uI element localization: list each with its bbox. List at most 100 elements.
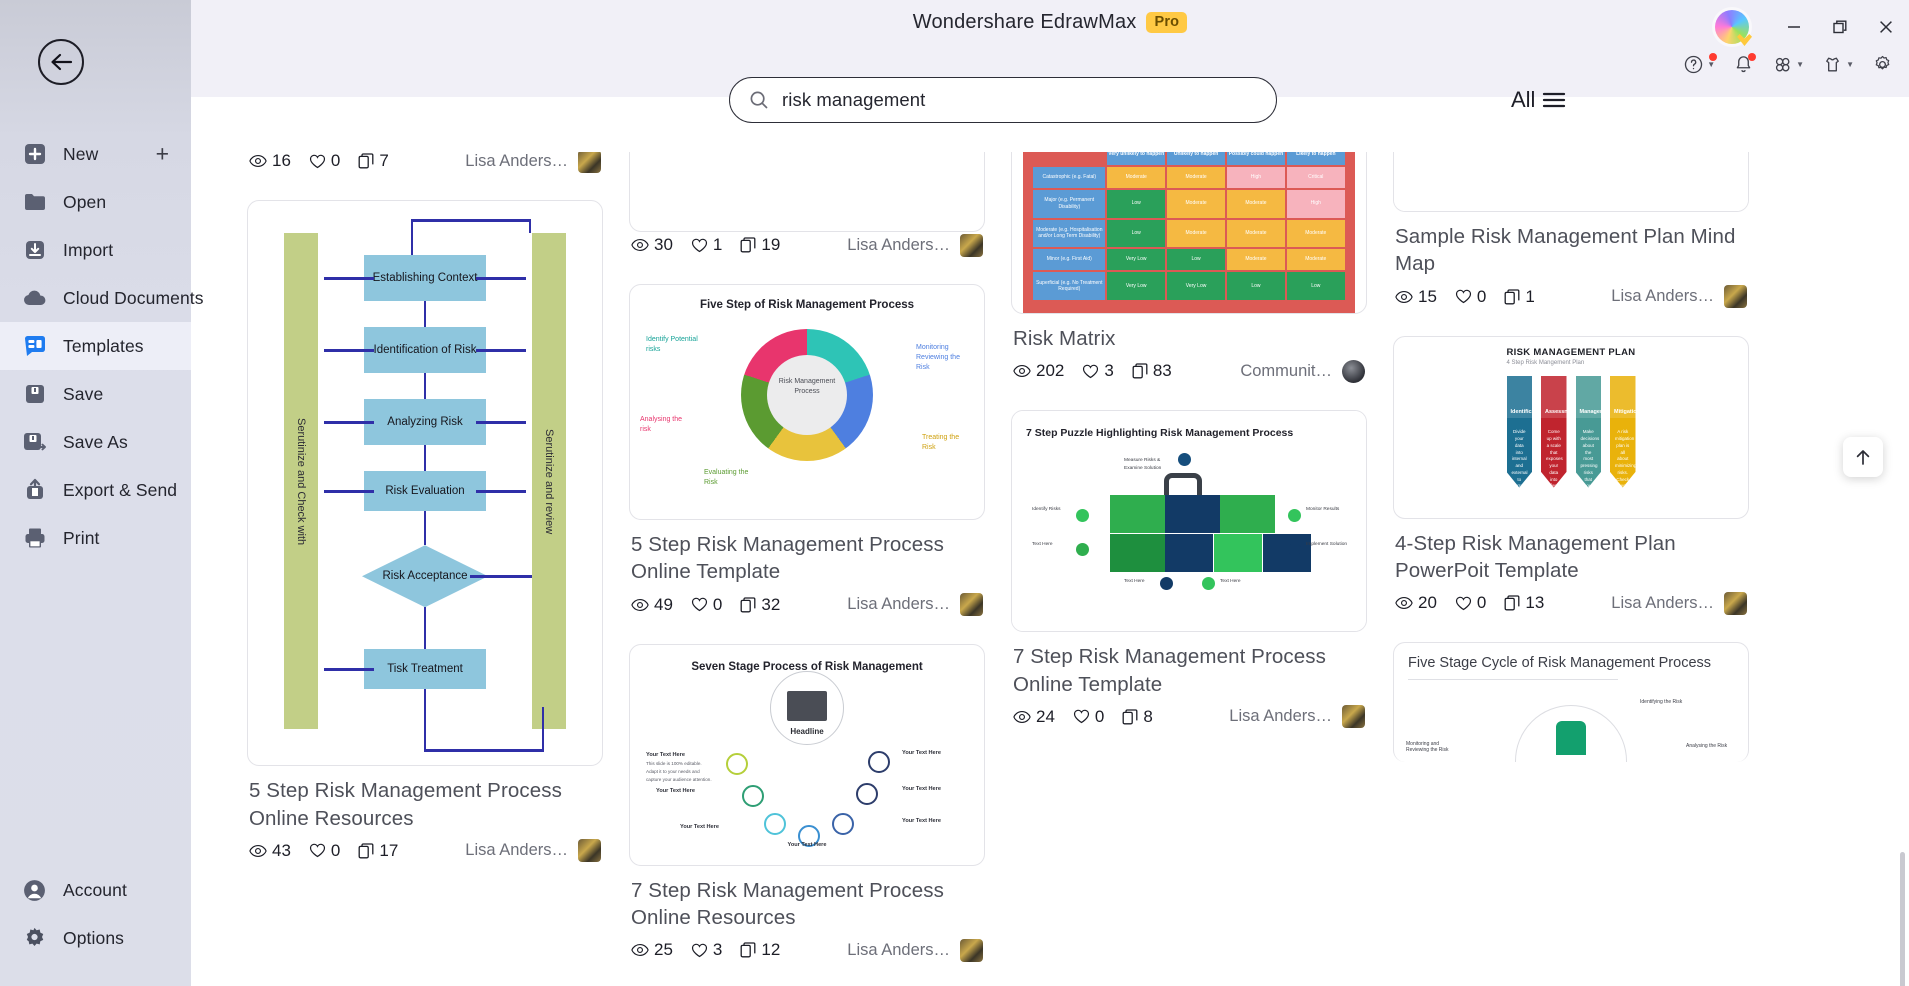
template-card[interactable]: RISK ASSESSMENT MATRIX CONSIDER THE LIKE… — [1011, 152, 1367, 384]
card-title[interactable]: 5 Step Risk Management Process Online Re… — [249, 777, 601, 832]
card-author[interactable]: Lisa Anders… — [465, 839, 601, 863]
search-input-value: risk management — [782, 89, 926, 110]
template-card[interactable]: Sample Risk Management Plan Sample Risk … — [1393, 152, 1749, 310]
views-stat: 43 — [249, 841, 291, 861]
plan-ribbons: Identification Divide your data into int… — [1506, 375, 1636, 488]
card-meta: 24 0 8 Lisa Anders… — [1013, 704, 1365, 730]
search-input[interactable]: risk management — [729, 77, 1277, 123]
gear-icon[interactable] — [1872, 54, 1893, 75]
user-avatar[interactable] — [1715, 10, 1749, 44]
views-stat: 49 — [631, 595, 673, 615]
card-title[interactable]: Risk Matrix — [1013, 325, 1365, 352]
card-thumbnail[interactable]: 7 Step Puzzle Highlighting Risk Manageme… — [1011, 410, 1367, 633]
sidebar-item-options[interactable]: Options — [0, 914, 191, 962]
matrix-cell: Moderate — [1227, 189, 1285, 218]
flow-band-right-label: Serutinize and review — [543, 428, 555, 534]
card-author[interactable]: Communit… — [1240, 359, 1365, 383]
card-thumbnail[interactable] — [629, 152, 985, 232]
views-stat: 24 — [1013, 707, 1055, 727]
restore-button[interactable] — [1831, 18, 1849, 36]
views-count: 25 — [654, 940, 673, 959]
card-thumbnail[interactable]: Five Stage Cycle of Risk Management Proc… — [1393, 642, 1749, 762]
card-thumbnail[interactable]: RISK ASSESSMENT MATRIX CONSIDER THE LIKE… — [1011, 152, 1367, 314]
template-grid[interactable]: Framework Templates Online 16 0 7 — [191, 152, 1909, 986]
card-author[interactable]: Lisa Anders… — [1611, 591, 1747, 615]
sidebar-item-print[interactable]: Print — [0, 514, 191, 562]
sidebar-item-label: Export & Send — [63, 479, 178, 500]
help-icon[interactable]: ▼ — [1683, 53, 1718, 75]
template-card[interactable]: Five Stage Cycle of Risk Management Proc… — [1393, 642, 1749, 762]
avatar — [1724, 285, 1747, 308]
grid-column-1: Framework Templates Online 16 0 7 — [247, 152, 603, 986]
card-author[interactable]: Lisa Anders… — [847, 593, 983, 616]
sidebar-item-open[interactable]: Open — [0, 178, 191, 226]
theme-shirt-icon[interactable]: ▼ — [1822, 54, 1854, 75]
template-card[interactable]: Seven Stage Process of Risk Management H… — [629, 643, 985, 964]
sidebar-item-save[interactable]: Save — [0, 370, 191, 418]
card-author[interactable]: Lisa Anders… — [1229, 705, 1365, 729]
notification-bell-icon[interactable] — [1733, 53, 1757, 75]
template-card[interactable]: 30 1 19 Lisa Anders… — [629, 152, 985, 258]
toolbar: ▼ ▼ ▼ — [1683, 53, 1893, 75]
filter-all-label: All — [1511, 87, 1536, 112]
template-card[interactable]: RISK MANAGEMENT PLAN 4 Step Risk Mangeme… — [1393, 335, 1749, 617]
donut-label: Analysing the risk — [640, 416, 683, 434]
seven-node-title: Your Text Here — [680, 823, 719, 830]
sidebar-item-cloud-documents[interactable]: Cloud Documents — [0, 274, 204, 322]
views-count: 202 — [1036, 361, 1065, 381]
close-button[interactable] — [1877, 18, 1895, 36]
vertical-scrollbar[interactable] — [1900, 852, 1905, 986]
sidebar-item-account[interactable]: Account — [0, 866, 191, 914]
author-name: Lisa Anders… — [1611, 287, 1714, 305]
back-button[interactable] — [38, 39, 84, 85]
seven-node-title: Your Text Here — [902, 785, 941, 792]
apps-grid-icon[interactable]: ▼ — [1772, 54, 1804, 75]
sidebar-item-import[interactable]: Import — [0, 226, 191, 274]
filter-all-button[interactable]: All — [1511, 87, 1566, 113]
seven-node-text: Your Text Here This slide is 100% editabl… — [646, 751, 712, 784]
card-thumbnail[interactable]: Sample Risk Management Plan — [1393, 152, 1749, 212]
scroll-to-top-button[interactable] — [1843, 437, 1883, 477]
card-title[interactable]: 4-Step Risk Management Plan PowerPoit Te… — [1395, 530, 1747, 585]
flow-node: Analyzing Risk — [364, 399, 486, 446]
card-author[interactable]: Lisa Anders… — [465, 152, 601, 173]
sidebar-item-export-and-send[interactable]: Export & Send — [0, 466, 191, 514]
help-badge-dot — [1709, 53, 1718, 61]
card-title[interactable]: 7 Step Risk Management Process Online Te… — [1013, 643, 1365, 698]
views-stat: 16 — [249, 152, 291, 171]
card-title[interactable]: Sample Risk Management Plan Mind Map — [1395, 223, 1747, 278]
template-card[interactable]: Serutinize and Check with Serutinize and… — [247, 200, 603, 864]
minimize-button[interactable] — [1785, 18, 1803, 36]
sidebar-item-templates[interactable]: Templates — [0, 322, 191, 370]
save-as-icon — [21, 429, 48, 456]
notification-badge-dot — [1748, 53, 1757, 61]
matrix-col-header: Possibly could happen — [1227, 152, 1285, 165]
matrix-col-header: Very unlikely to happen — [1107, 152, 1166, 165]
template-card[interactable]: 7 Step Puzzle Highlighting Risk Manageme… — [1011, 410, 1367, 730]
card-thumbnail[interactable]: Serutinize and Check with Serutinize and… — [247, 200, 603, 767]
new-add-icon[interactable]: + — [156, 142, 169, 166]
card-author[interactable]: Lisa Anders… — [847, 938, 983, 962]
card-author[interactable]: Lisa Anders… — [1611, 285, 1747, 308]
card-thumbnail[interactable]: Seven Stage Process of Risk Management H… — [629, 643, 985, 866]
matrix-cell: Low — [1107, 189, 1166, 218]
avatar — [578, 839, 601, 863]
likes-stat: 0 — [309, 841, 340, 861]
chevron-down-icon[interactable]: ▼ — [1846, 60, 1854, 69]
card-thumbnail[interactable]: Five Step of Risk Management Process Ris… — [629, 284, 985, 520]
copies-stat: 1 — [1504, 287, 1535, 307]
chevron-down-icon[interactable]: ▼ — [1796, 60, 1804, 69]
sidebar-item-new[interactable]: New + — [0, 130, 191, 178]
template-card[interactable]: Framework Templates Online 16 0 7 — [247, 152, 603, 174]
card-title[interactable]: 5 Step Risk Management Process Online Te… — [631, 531, 983, 586]
arrow-left-icon — [51, 53, 73, 71]
heart-icon — [691, 238, 707, 252]
chevron-down-icon[interactable]: ▼ — [1707, 60, 1715, 69]
sidebar-item-save-as[interactable]: Save As — [0, 418, 191, 466]
template-card[interactable]: Five Step of Risk Management Process Ris… — [629, 284, 985, 618]
plan-step: Identification Divide your data into int… — [1506, 375, 1532, 488]
card-title[interactable]: 7 Step Risk Management Process Online Re… — [631, 877, 983, 932]
card-author[interactable]: Lisa Anders… — [847, 233, 983, 257]
card-thumbnail[interactable]: RISK MANAGEMENT PLAN 4 Step Risk Mangeme… — [1393, 335, 1749, 519]
hamburger-icon[interactable] — [1542, 90, 1566, 110]
